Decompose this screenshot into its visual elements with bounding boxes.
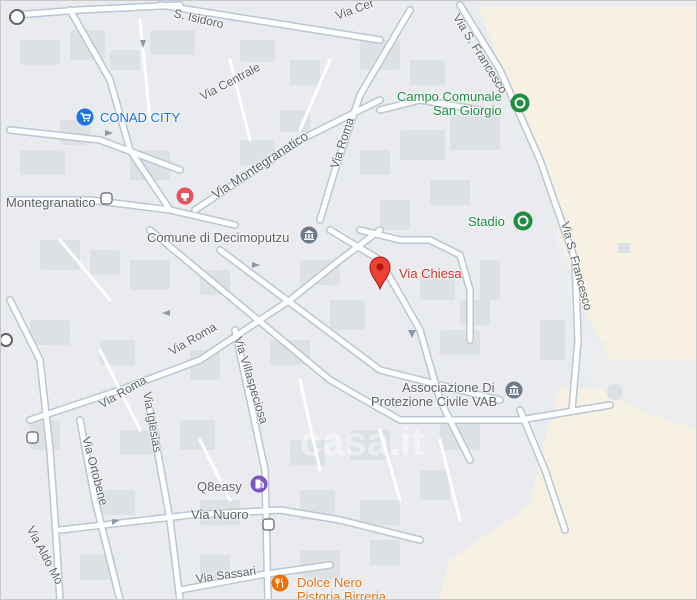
poi-marker-icon	[9, 9, 25, 25]
street-label-montegranatico: Montegranatico	[6, 195, 96, 210]
fuel-pump-icon[interactable]	[250, 475, 268, 498]
poi-label-comune-di-decimoputzu[interactable]: Comune di Decimoputzu	[147, 230, 289, 245]
map-view[interactable]: casa.it S. Isidoro Via Cer Via S. France…	[0, 0, 697, 600]
poi-label-dolce-nero[interactable]: Dolce Nero	[297, 575, 362, 590]
government-building-icon[interactable]	[505, 381, 523, 404]
restaurant-icon[interactable]	[176, 187, 194, 210]
poi-marker-icon	[0, 333, 13, 347]
poi-label-via-chiesa[interactable]: Via Chiesa	[399, 266, 462, 281]
park-icon[interactable]	[510, 93, 530, 118]
poi-label-associazione-di[interactable]: Associazione Di	[402, 380, 495, 395]
poi-label-pistoria-birreria[interactable]: Pistoria Birreria	[297, 589, 386, 600]
government-building-icon[interactable]	[300, 226, 318, 249]
watermark-icon: casa.it	[300, 420, 425, 464]
poi-label-san-giorgio[interactable]: San Giorgio	[433, 103, 502, 118]
poi-label-stadio[interactable]: Stadio	[468, 214, 505, 229]
poi-label-campo-comunale[interactable]: Campo Comunale	[397, 89, 502, 104]
poi-label-q8easy[interactable]: Q8easy	[197, 479, 242, 494]
poi-label-protezione-civile-vab[interactable]: Protezione Civile VAB	[371, 394, 497, 409]
poi-label-conad-city[interactable]: CONAD CITY	[100, 110, 180, 125]
restaurant-icon[interactable]	[271, 574, 289, 597]
park-icon[interactable]	[513, 211, 533, 236]
street-label-via-nuoro: Via Nuoro	[191, 507, 249, 522]
shopping-cart-icon[interactable]	[76, 108, 94, 131]
map-pin-icon[interactable]	[369, 256, 391, 295]
